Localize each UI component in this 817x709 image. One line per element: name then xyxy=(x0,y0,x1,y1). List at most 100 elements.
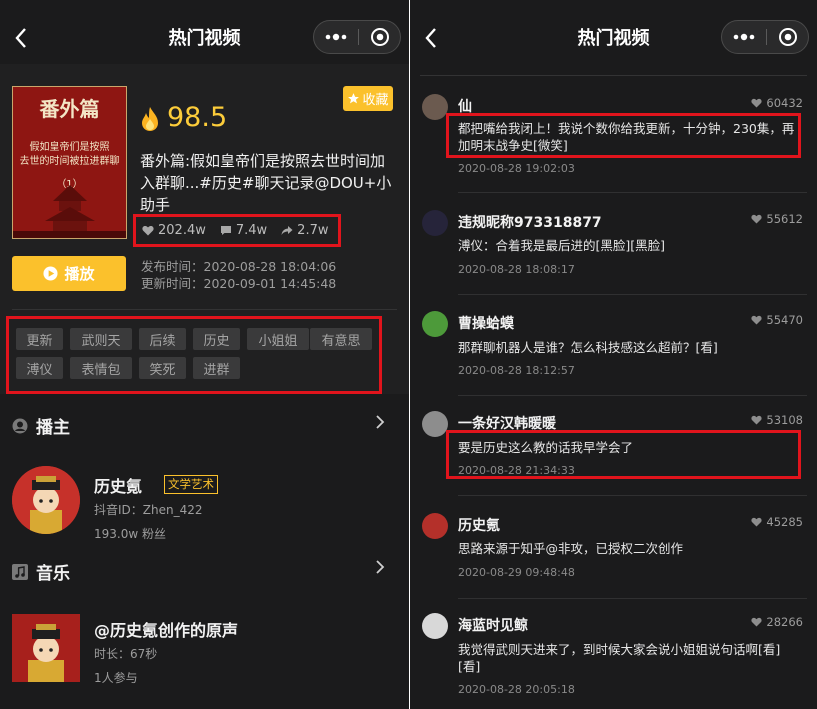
music-participants: 1人参与 xyxy=(94,671,138,685)
commenter-avatar[interactable] xyxy=(422,210,448,236)
close-button[interactable] xyxy=(359,21,401,53)
comment-likes[interactable]: 28266 xyxy=(751,615,803,629)
more-button[interactable] xyxy=(722,21,766,53)
commenter-avatar[interactable] xyxy=(422,411,448,437)
comment-date: 2020-08-28 19:02:03 xyxy=(458,162,575,175)
more-dots-icon xyxy=(733,33,755,41)
close-button[interactable] xyxy=(767,21,809,53)
heart-icon xyxy=(751,415,762,425)
heart-icon xyxy=(142,225,154,236)
likes-stat: 202.4w xyxy=(142,223,206,238)
play-icon xyxy=(43,266,59,281)
tag[interactable]: 进群 xyxy=(193,357,240,379)
comment-likes[interactable]: 53108 xyxy=(751,413,803,427)
divider xyxy=(458,495,807,496)
mini-program-capsule xyxy=(721,20,809,54)
music-title[interactable]: @历史氪创作的原声 xyxy=(94,617,238,641)
emperor-cartoon-avatar xyxy=(12,466,80,534)
anchor-category-badge: 文学艺术 xyxy=(164,475,218,494)
divider xyxy=(12,309,397,310)
update-time: 更新时间：2020-09-01 14:45:48 xyxy=(141,276,337,291)
comments-pane: 热门视频 仙 60432 都把嘴给我闭上！我说个数你给我更新，十分钟，230集，… xyxy=(410,0,817,709)
anchor-name[interactable]: 历史氪 xyxy=(94,473,142,497)
tag[interactable]: 武则天 xyxy=(70,328,132,350)
tag[interactable]: 历史 xyxy=(193,328,240,350)
video-times: 发布时间：2020-08-28 18:04:06 更新时间：2020-09-01… xyxy=(141,258,336,292)
video-cover[interactable]: 番外篇 假如皇帝们是按照 去世的时间被拉进群聊 （1） xyxy=(12,86,127,239)
heart-icon xyxy=(751,315,762,325)
chevron-right-icon[interactable] xyxy=(375,415,385,429)
commenter-name[interactable]: 历史氪 xyxy=(458,515,500,535)
divider xyxy=(420,75,807,76)
tag[interactable]: 溥仪 xyxy=(16,357,63,379)
comment-item: 违规昵称973318877 55612 溥仪：合着我是最后进的[黑脸][黑脸] … xyxy=(410,210,817,306)
anchor-section-header[interactable]: 播主 xyxy=(12,413,70,438)
video-title: 番外篇:假如皇帝们是按照去世时间加入群聊...#历史#聊天记录@DOU+小助手 xyxy=(140,152,392,214)
comment-highlight xyxy=(446,113,801,158)
heart-icon xyxy=(751,98,762,108)
tag[interactable]: 更新 xyxy=(16,328,63,350)
favorite-label: 收藏 xyxy=(362,93,389,108)
more-button[interactable] xyxy=(314,21,358,53)
tag[interactable]: 笑死 xyxy=(139,357,186,379)
favorite-button[interactable]: 收藏 xyxy=(343,86,393,111)
commenter-name[interactable]: 海蓝时见鲸 xyxy=(458,615,528,635)
divider xyxy=(458,598,807,599)
commenter-name[interactable]: 曹操蛤蟆 xyxy=(458,313,514,333)
heart-icon xyxy=(751,517,762,527)
tag[interactable]: 有意思 xyxy=(310,328,372,350)
user-icon xyxy=(12,418,28,433)
comment-highlight xyxy=(446,430,801,479)
music-cover[interactable] xyxy=(12,614,80,682)
commenter-avatar[interactable] xyxy=(422,613,448,639)
comment-text: 溥仪：合着我是最后进的[黑脸][黑脸] xyxy=(458,238,666,253)
commenter-name[interactable]: 违规昵称973318877 xyxy=(458,212,602,232)
close-circle-icon xyxy=(371,28,389,46)
chevron-right-icon[interactable] xyxy=(375,560,385,574)
heart-icon xyxy=(751,617,762,627)
close-circle-icon xyxy=(779,28,797,46)
comment-item: 历史氪 45285 思路来源于知乎@非攻，已授权二次创作 2020-08-29 … xyxy=(410,513,817,609)
divider xyxy=(458,395,807,396)
music-duration: 时长：67秒 xyxy=(94,647,158,661)
music-section-header[interactable]: 音乐 xyxy=(12,559,70,584)
heart-icon xyxy=(751,214,762,224)
comment-text: 思路来源于知乎@非攻，已授权二次创作 xyxy=(458,541,684,556)
comment-date: 2020-08-29 09:48:48 xyxy=(458,566,575,579)
more-dots-icon xyxy=(325,33,347,41)
video-stats-highlight: 202.4w 7.4w 2.7w xyxy=(133,214,341,247)
comment-item: 海蓝时见鲸 28266 我觉得武则天进来了，到时候大家会说小姐姐说句话啊[看][… xyxy=(410,613,817,709)
hot-score: 98.5 xyxy=(167,102,228,133)
tag[interactable]: 小姐姐 xyxy=(247,328,309,350)
anchor-avatar[interactable] xyxy=(12,466,80,534)
divider xyxy=(458,294,807,295)
nav-bar: 热门视频 xyxy=(410,0,817,74)
comment-icon xyxy=(220,226,231,235)
video-detail-pane: 热门视频 番外篇 假如皇帝们是按照 去世的时间被拉进群聊 （1） 98.5 收藏… xyxy=(0,0,409,709)
commenter-avatar[interactable] xyxy=(422,94,448,120)
comments-stat: 7.4w xyxy=(220,223,267,238)
comment-likes[interactable]: 55612 xyxy=(751,212,803,226)
comment-likes[interactable]: 60432 xyxy=(751,96,803,110)
comment-likes[interactable]: 45285 xyxy=(751,515,803,529)
tags-highlight: 更新 武则天 后续 历史 小姐姐 有意思 溥仪 表情包 笑死 进群 xyxy=(6,316,382,394)
comment-date: 2020-08-28 20:05:18 xyxy=(458,683,575,696)
shares-stat: 2.7w xyxy=(281,223,328,238)
flame-icon xyxy=(142,107,158,131)
commenter-avatar[interactable] xyxy=(422,311,448,337)
music-note-icon xyxy=(12,563,28,580)
anchor-douyin-id: 抖音ID：Zhen_422 xyxy=(94,503,203,517)
divider xyxy=(458,192,807,193)
comment-text: 我觉得武则天进来了，到时候大家会说小姐姐说句话啊[看][看] xyxy=(458,642,781,674)
commenter-avatar[interactable] xyxy=(422,513,448,539)
anchor-fans: 193.0w 粉丝 xyxy=(94,527,166,541)
tag[interactable]: 表情包 xyxy=(70,357,132,379)
anchor-section-title: 播主 xyxy=(36,418,70,438)
tag[interactable]: 后续 xyxy=(139,328,186,350)
cover-title: 番外篇 xyxy=(39,97,100,121)
star-icon xyxy=(348,93,360,104)
comment-likes[interactable]: 55470 xyxy=(751,313,803,327)
share-icon xyxy=(281,226,293,235)
play-button[interactable]: 播放 xyxy=(12,256,126,291)
cover-line: 假如皇帝们是按照 去世的时间被拉进群聊 xyxy=(19,142,120,167)
